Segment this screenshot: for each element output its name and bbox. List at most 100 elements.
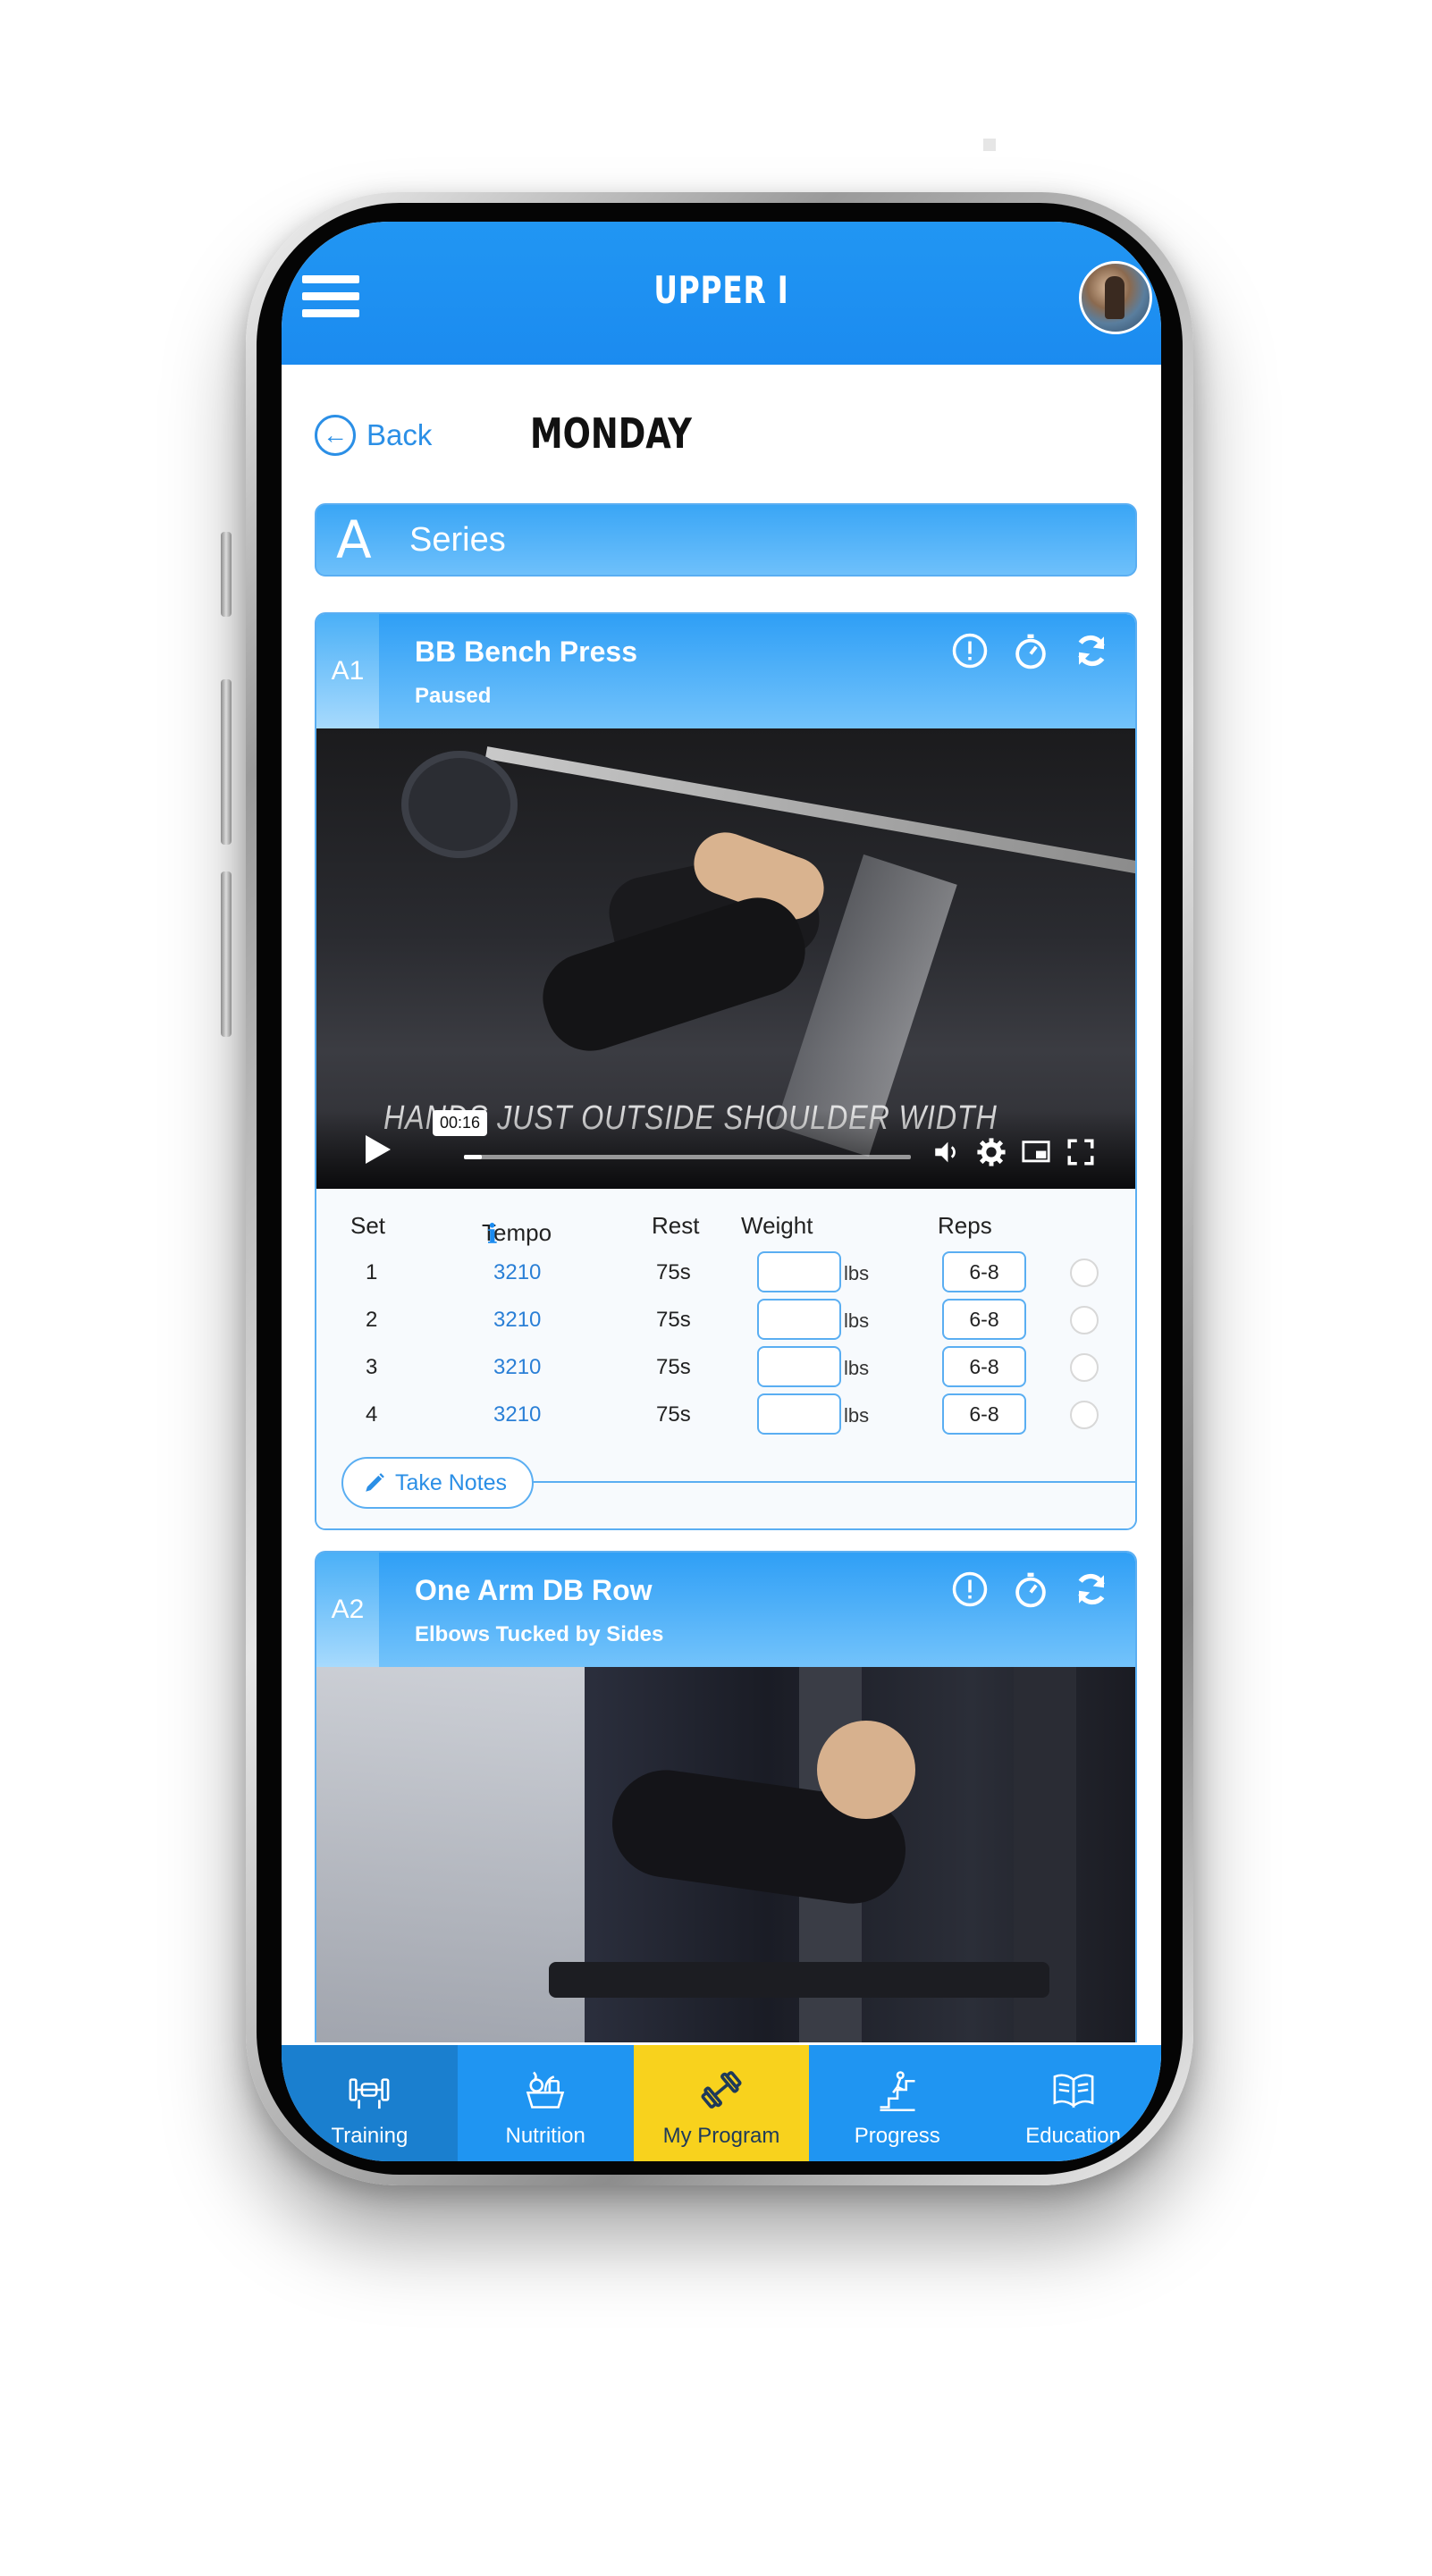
app-title: UPPER I bbox=[653, 268, 789, 312]
volume-up-button bbox=[221, 679, 232, 845]
pencil-icon bbox=[366, 1473, 384, 1492]
set-complete-checkbox[interactable] bbox=[1070, 1353, 1099, 1382]
tempo-info-icon[interactable]: i bbox=[487, 1219, 497, 1250]
sets-table-header: Set Tempo i Rest Weight Reps bbox=[316, 1205, 1135, 1250]
nav-progress[interactable]: Progress bbox=[809, 2045, 985, 2161]
back-button[interactable]: ← Back bbox=[315, 413, 432, 458]
series-header: A Series bbox=[315, 503, 1137, 577]
set-rest: 75s bbox=[656, 1260, 691, 1284]
avatar[interactable] bbox=[1079, 261, 1152, 334]
weight-input[interactable] bbox=[757, 1346, 841, 1387]
take-notes-button[interactable]: Take Notes bbox=[341, 1457, 535, 1509]
weight-unit: lbs bbox=[844, 1357, 870, 1379]
notes-row: Take Notes bbox=[316, 1439, 1135, 1528]
settings-gear-icon[interactable] bbox=[976, 1137, 1007, 1167]
exercise-video[interactable]: HANDS JUST OUTSIDE SHOULDER WIDTH 00:16 bbox=[316, 728, 1135, 1189]
set-row: 4 3210 75s lbs 6-8 bbox=[316, 1392, 1135, 1439]
weight-input[interactable] bbox=[757, 1299, 841, 1340]
stopwatch-icon[interactable] bbox=[1012, 632, 1049, 669]
book-icon bbox=[1053, 2074, 1094, 2109]
mute-switch bbox=[221, 532, 232, 617]
take-notes-label: Take Notes bbox=[395, 1469, 508, 1495]
stopwatch-icon[interactable] bbox=[1012, 1570, 1049, 1608]
weight-unit: lbs bbox=[844, 1309, 870, 1332]
reps-input[interactable]: 6-8 bbox=[942, 1346, 1026, 1387]
video-progress-fill bbox=[464, 1155, 482, 1159]
set-row: 3 3210 75s lbs 6-8 bbox=[316, 1344, 1135, 1392]
nav-education[interactable]: Education bbox=[985, 2045, 1161, 2161]
volume-icon[interactable] bbox=[931, 1137, 962, 1167]
nav-label: Nutrition bbox=[505, 2124, 585, 2148]
info-alert-icon[interactable] bbox=[951, 632, 989, 669]
bottom-nav: Training Nutrition My Program Progress E… bbox=[282, 2045, 1161, 2161]
set-number: 4 bbox=[366, 1402, 378, 1427]
page-title: MONDAY bbox=[530, 409, 692, 458]
exercise-card: A2 One Arm DB Row Elbows Tucked by Sides bbox=[315, 1551, 1137, 2042]
exercise-code: A2 bbox=[316, 1553, 379, 1667]
exercise-name: BB Bench Press bbox=[415, 636, 637, 668]
nav-label: Education bbox=[1025, 2124, 1121, 2148]
set-number: 1 bbox=[366, 1260, 378, 1284]
col-weight: Weight bbox=[741, 1212, 813, 1239]
video-progress-bar[interactable] bbox=[464, 1155, 911, 1159]
weight-input[interactable] bbox=[757, 1393, 841, 1435]
exercise-card: A1 BB Bench Press Paused HANDS JUST OUTS… bbox=[315, 612, 1137, 1530]
progress-stairs-icon bbox=[880, 2071, 915, 2112]
exercise-video[interactable] bbox=[316, 1667, 1135, 2042]
set-rest: 75s bbox=[656, 1402, 691, 1427]
swap-exercise-icon[interactable] bbox=[1073, 1570, 1110, 1608]
picture-in-picture-icon[interactable] bbox=[1021, 1137, 1051, 1167]
sets-table: Set Tempo i Rest Weight Reps 1 3210 75s l… bbox=[316, 1189, 1135, 1528]
set-number: 3 bbox=[366, 1355, 378, 1379]
set-tempo[interactable]: 3210 bbox=[493, 1355, 541, 1380]
nav-training[interactable]: Training bbox=[282, 2045, 458, 2161]
col-rest: Rest bbox=[652, 1212, 700, 1239]
exercise-name: One Arm DB Row bbox=[415, 1574, 653, 1606]
set-tempo[interactable]: 3210 bbox=[493, 1402, 541, 1427]
series-letter: A bbox=[336, 509, 372, 570]
nav-nutrition[interactable]: Nutrition bbox=[458, 2045, 634, 2161]
top-bar: UPPER I bbox=[282, 222, 1161, 365]
set-tempo[interactable]: 3210 bbox=[493, 1260, 541, 1285]
volume-down-button bbox=[221, 871, 232, 1037]
menu-icon[interactable] bbox=[302, 275, 359, 318]
dumbbell-icon bbox=[701, 2071, 742, 2109]
play-icon[interactable] bbox=[366, 1135, 391, 1164]
exercise-header: A1 BB Bench Press Paused bbox=[316, 614, 1135, 728]
nav-my-program[interactable]: My Program bbox=[633, 2045, 810, 2161]
app-screen: UPPER I ← Back MONDAY A Series A1 BB Ben… bbox=[282, 222, 1161, 2161]
set-row: 1 3210 75s lbs 6-8 bbox=[316, 1250, 1135, 1297]
set-tempo[interactable]: 3210 bbox=[493, 1308, 541, 1333]
nav-label: My Program bbox=[662, 2124, 780, 2148]
info-alert-icon[interactable] bbox=[951, 1570, 989, 1608]
exercise-note: Paused bbox=[415, 684, 492, 708]
nav-label: Training bbox=[331, 2124, 409, 2148]
exercise-code: A1 bbox=[316, 614, 379, 728]
col-set: Set bbox=[350, 1212, 386, 1239]
back-label: Back bbox=[366, 418, 433, 451]
video-time: 00:16 bbox=[433, 1110, 488, 1136]
food-basket-icon bbox=[526, 2071, 565, 2109]
fullscreen-icon[interactable] bbox=[1066, 1137, 1096, 1167]
set-complete-checkbox[interactable] bbox=[1070, 1306, 1099, 1334]
reps-input[interactable]: 6-8 bbox=[942, 1251, 1026, 1292]
decor-speck bbox=[983, 139, 996, 151]
reps-input[interactable]: 6-8 bbox=[942, 1299, 1026, 1340]
weight-input[interactable] bbox=[757, 1251, 841, 1292]
set-number: 2 bbox=[366, 1308, 378, 1332]
set-row: 2 3210 75s lbs 6-8 bbox=[316, 1297, 1135, 1344]
swap-exercise-icon[interactable] bbox=[1073, 632, 1110, 669]
col-reps: Reps bbox=[938, 1212, 992, 1239]
arrow-left-icon: ← bbox=[315, 415, 356, 456]
set-rest: 75s bbox=[656, 1308, 691, 1332]
dumbbell-rack-icon bbox=[349, 2078, 390, 2109]
set-complete-checkbox[interactable] bbox=[1070, 1259, 1099, 1287]
exercise-header: A2 One Arm DB Row Elbows Tucked by Sides bbox=[316, 1553, 1135, 1667]
set-rest: 75s bbox=[656, 1355, 691, 1379]
set-complete-checkbox[interactable] bbox=[1070, 1401, 1099, 1429]
nav-label: Progress bbox=[854, 2124, 940, 2148]
video-controls: 00:16 bbox=[316, 1110, 1135, 1189]
exercise-note: Elbows Tucked by Sides bbox=[415, 1622, 664, 1646]
reps-input[interactable]: 6-8 bbox=[942, 1393, 1026, 1435]
weight-unit: lbs bbox=[844, 1404, 870, 1427]
